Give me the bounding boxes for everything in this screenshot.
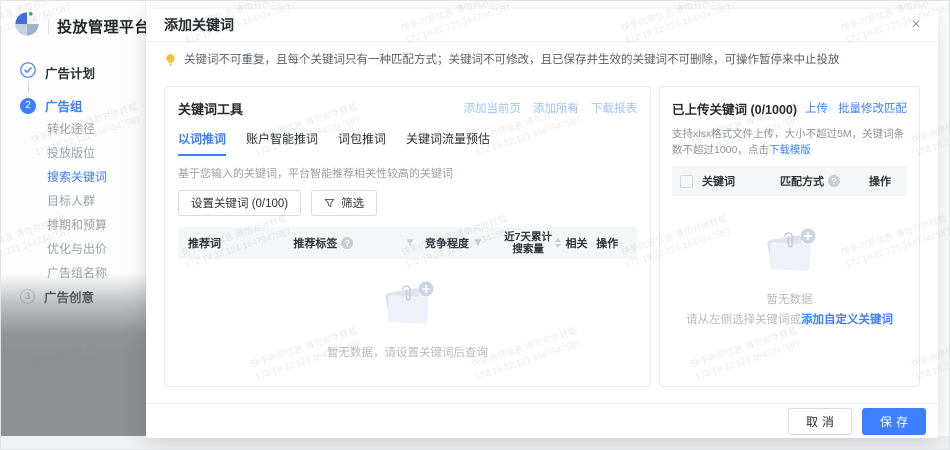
filter-funnel-icon[interactable] (473, 238, 483, 248)
alert-text: 关键词不可重复，且每个关键词只有一种匹配方式；关键词不可修改，且已保存并生效的关… (184, 54, 840, 66)
add-keywords-modal: 添加关键词 × 关键词不可重复，且每个关键词只有一种匹配方式；关键词不可修改，且… (146, 9, 938, 438)
empty-folder-icon (379, 281, 437, 331)
set-keywords-button[interactable]: 设置关键词 (0/100) (178, 190, 302, 216)
modal-footer: 取消 保存 (146, 403, 938, 438)
add-current-page-link[interactable]: 添加当前页 (464, 100, 522, 116)
platform-title: 投放管理平台 (57, 19, 151, 36)
left-panel-tabs: 以词推词 账户智能推词 词包推词 关键词流量预估 (178, 130, 637, 156)
bulb-icon (164, 53, 177, 72)
save-button[interactable]: 保存 (862, 407, 926, 435)
sort-icon[interactable] (555, 238, 562, 248)
uploaded-table-header: 关键词 匹配方式 ? 操作 (672, 166, 907, 196)
right-empty-state: 暂无数据 请从左侧选择关键词或添加自定义关键词 (672, 226, 907, 327)
sidebar-item-optimize-bid[interactable]: 优化与出价 (47, 240, 107, 257)
close-icon[interactable]: × (906, 15, 926, 35)
brand-divider (48, 18, 49, 35)
col-recommend-word: 推荐词 (188, 238, 221, 250)
sidebar-item-search-keywords[interactable]: 搜索关键词 (47, 168, 107, 185)
col-search-volume-line2: 搜索量 (512, 243, 544, 255)
left-panel-desc: 基于您输入的关键词，平台智能推荐相关性较高的关键词 (178, 168, 453, 180)
step-ad-group[interactable]: 2 广告组 (20, 96, 83, 115)
help-icon[interactable]: ? (341, 237, 354, 249)
left-empty-text: 暂无数据，请设置关键词后查询 (327, 347, 488, 359)
col-related: 相关 (565, 238, 588, 250)
funnel-outline-icon (324, 198, 335, 209)
right-empty-title: 暂无数据 (766, 294, 813, 306)
alert-banner: 关键词不可重复，且每个关键词只有一种匹配方式；关键词不可修改，且已保存并生效的关… (164, 53, 920, 72)
filter-funnel-icon[interactable] (405, 238, 415, 248)
check-circle-icon (20, 62, 36, 83)
col-search-volume-line1: 近7天累计 (504, 231, 553, 243)
screen: 投放管理平台 广告计划 2 广告组 转化途径 投放版位 搜索关键词 目标人群 排… (0, 0, 950, 450)
download-report-link[interactable]: 下载报表 (591, 100, 637, 116)
sidebar-item-schedule-budget[interactable]: 排期和预算 (47, 216, 107, 233)
left-empty-state: 暂无数据，请设置关键词后查询 (178, 279, 637, 360)
step-ad-group-label: 广告组 (45, 100, 83, 114)
download-template-link[interactable]: 下载模版 (769, 144, 811, 156)
modal-body: 关键词工具 添加当前页 添加所有 下载报表 以词推词 账户智能推词 词包推词 关… (164, 86, 920, 387)
sidebar: 投放管理平台 广告计划 2 广告组 转化途径 投放版位 搜索关键词 目标人群 排… (1, 1, 150, 449)
left-panel-title: 关键词工具 (178, 101, 244, 117)
sidebar-item-adgroup-name[interactable]: 广告组名称 (47, 264, 107, 281)
modal-title: 添加关键词 (164, 17, 234, 33)
col-action: 操作 (869, 176, 891, 188)
add-custom-keyword-link[interactable]: 添加自定义关键词 (801, 314, 893, 326)
tab-account-smart[interactable]: 账户智能推词 (246, 130, 318, 156)
empty-folder-icon (761, 228, 819, 278)
keyword-tools-panel: 关键词工具 添加当前页 添加所有 下载报表 以词推词 账户智能推词 词包推词 关… (164, 86, 651, 387)
col-match-type: 匹配方式 (780, 176, 824, 188)
step-ad-plan-label: 广告计划 (45, 67, 96, 81)
col-action: 操作 (596, 238, 619, 250)
right-panel-title: 已上传关键词 (0/1000) (672, 102, 798, 117)
upload-link[interactable]: 上传 (805, 100, 828, 116)
col-recommend-tag: 推荐标签 (293, 238, 338, 250)
brand: 投放管理平台 (14, 11, 150, 42)
filter-button[interactable]: 筛选 (311, 190, 378, 216)
upload-desc: 支持xlsx格式文件上传，大小不超过5M，关键词条数不超过1000，点击下载模版 (672, 128, 905, 156)
col-competition: 竞争程度 (425, 238, 470, 250)
help-icon[interactable]: ? (828, 175, 840, 187)
modal-header: 添加关键词 (146, 9, 938, 42)
select-all-checkbox[interactable] (680, 174, 693, 188)
col-keyword: 关键词 (702, 176, 735, 188)
sidebar-item-target-audience[interactable]: 目标人群 (47, 192, 95, 209)
step3-badge: 3 (20, 289, 35, 304)
sidebar-item-conversion-path[interactable]: 转化途径 (47, 120, 95, 137)
step-ad-plan[interactable]: 广告计划 (20, 62, 95, 83)
step-ad-creative[interactable]: 3 广告创意 (20, 287, 94, 306)
uploaded-keywords-panel: 已上传关键词 (0/1000) 上传 批量修改匹配 支持xlsx格式文件上传，大… (659, 86, 920, 387)
add-all-link[interactable]: 添加所有 (533, 100, 579, 116)
recommend-table-header: 推荐词 推荐标签 ? 竞争程度 近7天累计 搜索量 相关 操作 (178, 227, 637, 259)
tab-word-package[interactable]: 词包推词 (338, 130, 386, 156)
right-empty-prefix: 请从左侧选择关键词或 (686, 314, 801, 326)
tab-traffic-forecast[interactable]: 关键词流量预估 (406, 130, 490, 156)
batch-edit-match-link[interactable]: 批量修改匹配 (838, 100, 907, 116)
step-ad-creative-label: 广告创意 (44, 291, 95, 305)
tab-word-to-word[interactable]: 以词推词 (178, 130, 227, 156)
step-connector (28, 81, 29, 93)
left-toolbar: 设置关键词 (0/100) 筛选 (178, 190, 637, 216)
platform-logo-icon (14, 11, 40, 42)
step2-badge: 2 (20, 97, 36, 114)
cancel-button[interactable]: 取消 (788, 407, 852, 435)
sidebar-item-placement[interactable]: 投放版位 (47, 144, 95, 161)
